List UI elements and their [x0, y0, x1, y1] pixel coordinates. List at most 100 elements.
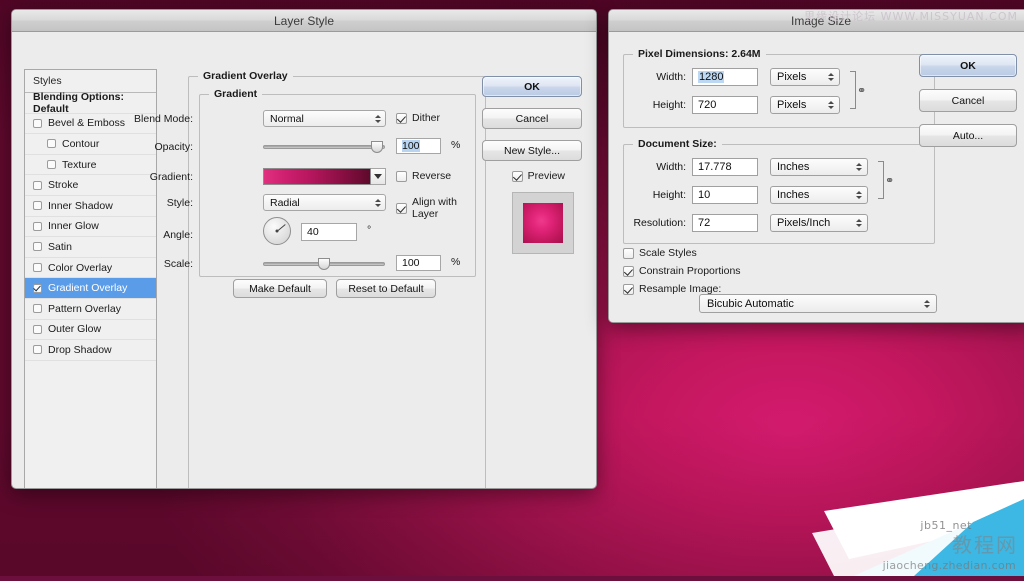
stepper-arrows-icon	[924, 299, 930, 308]
document-link-bracket: ⚭	[878, 161, 894, 199]
scale-value: 100	[402, 257, 420, 269]
sidebar-item-label: Inner Shadow	[48, 199, 113, 212]
stepper-arrows-icon	[375, 114, 381, 123]
checkbox-icon[interactable]	[47, 160, 56, 170]
checkbox-icon	[396, 202, 407, 214]
image-size-title: Image Size	[790, 13, 852, 28]
opacity-input[interactable]: 100	[396, 138, 441, 154]
scale-styles-checkbox[interactable]: Scale Styles	[623, 247, 697, 259]
sidebar-item-blending-options[interactable]: Blending Options: Default	[25, 90, 156, 115]
pixel-dimensions-label: Pixel Dimensions: 2.64M	[633, 48, 766, 60]
chevron-down-icon	[374, 174, 382, 179]
checkbox-icon[interactable]	[33, 304, 42, 314]
sidebar-item-drop-shadow[interactable]: Drop Shadow	[25, 340, 156, 361]
checkbox-icon[interactable]	[33, 324, 42, 334]
checkbox-icon[interactable]	[33, 221, 42, 231]
resolution-input[interactable]: 72	[692, 214, 758, 232]
dither-label: Dither	[412, 112, 441, 124]
scale-input[interactable]: 100	[396, 255, 441, 271]
pixel-width-input[interactable]: 1280	[692, 68, 758, 86]
gradient-style-select[interactable]: Radial	[263, 194, 386, 211]
pixel-height-unit-select[interactable]: Pixels	[770, 96, 840, 114]
opacity-label: Opacity:	[154, 141, 193, 153]
pixel-width-unit-select[interactable]: Pixels	[770, 68, 840, 86]
ok-button[interactable]: OK	[482, 76, 582, 97]
checkbox-icon[interactable]	[33, 283, 42, 293]
cancel-button[interactable]: Cancel	[482, 108, 582, 129]
blending-options-label: Blending Options: Default	[33, 90, 124, 115]
pixel-height-value: 720	[698, 99, 717, 111]
auto-button[interactable]: Auto...	[919, 124, 1017, 147]
angle-hub-icon	[275, 229, 279, 233]
stepper-arrows-icon	[856, 219, 862, 227]
scale-slider[interactable]	[263, 257, 385, 271]
opacity-slider-thumb[interactable]	[371, 141, 383, 153]
preview-swatch	[523, 203, 563, 243]
checkbox-icon[interactable]	[33, 345, 42, 355]
cancel-button[interactable]: Cancel	[919, 89, 1017, 112]
sidebar-item-gradient-overlay[interactable]: Gradient Overlay	[25, 278, 156, 299]
resample-method-select[interactable]: Bicubic Automatic	[699, 294, 937, 313]
checkbox-icon[interactable]	[47, 139, 56, 149]
layer-style-body: Styles Blending Options: Default Bevel &…	[12, 32, 596, 488]
sidebar-item-outer-glow[interactable]: Outer Glow	[25, 320, 156, 341]
sidebar-item-label: Contour	[62, 137, 100, 150]
styles-panel-header[interactable]: Styles	[25, 70, 156, 93]
layer-style-title: Layer Style	[273, 13, 335, 28]
pixel-height-unit: Pixels	[777, 99, 807, 111]
preview-checkbox[interactable]: Preview	[511, 170, 565, 182]
preview-label: Preview	[527, 170, 565, 182]
sidebar-item-label: Stroke	[48, 179, 79, 192]
ok-button[interactable]: OK	[919, 54, 1017, 77]
checkbox-icon[interactable]	[33, 201, 42, 211]
new-style-button[interactable]: New Style...	[482, 140, 582, 161]
angle-input[interactable]: 40	[301, 223, 357, 241]
resample-method-value: Bicubic Automatic	[707, 297, 794, 310]
make-default-button[interactable]: Make Default	[233, 279, 327, 298]
gradient-picker[interactable]	[263, 168, 386, 185]
checkbox-icon[interactable]	[33, 242, 42, 252]
doc-width-unit-select[interactable]: Inches	[770, 158, 868, 176]
doc-height-unit: Inches	[777, 189, 810, 201]
layer-style-titlebar[interactable]: Layer Style	[12, 10, 596, 32]
resolution-label: Resolution:	[633, 217, 686, 229]
gradient-dropdown-button[interactable]	[371, 168, 386, 185]
checkbox-icon[interactable]	[33, 263, 42, 273]
reverse-checkbox[interactable]: Reverse	[396, 170, 451, 182]
reset-to-default-button[interactable]: Reset to Default	[336, 279, 436, 298]
opacity-slider[interactable]	[263, 140, 385, 154]
checkbox-icon[interactable]	[33, 118, 42, 128]
stepper-arrows-icon	[856, 163, 862, 171]
gradient-overlay-group-title: Gradient Overlay	[198, 70, 293, 82]
stepper-arrows-icon	[828, 73, 834, 81]
doc-height-input[interactable]: 10	[692, 186, 758, 204]
resolution-unit-select[interactable]: Pixels/Inch	[770, 214, 868, 232]
opacity-slider-track	[263, 145, 385, 149]
angle-unit: °	[367, 224, 372, 236]
angle-dial[interactable]	[263, 217, 291, 245]
doc-width-input[interactable]: 17.778	[692, 158, 758, 176]
pixel-width-label: Width:	[656, 71, 686, 83]
doc-width-unit: Inches	[777, 161, 810, 173]
scale-label: Scale:	[163, 258, 193, 270]
dither-checkbox[interactable]: Dither	[396, 112, 440, 124]
pixel-height-input[interactable]: 720	[692, 96, 758, 114]
constrain-proportions-label: Constrain Proportions	[639, 265, 741, 277]
align-with-layer-checkbox[interactable]: Align with Layer	[396, 196, 475, 220]
align-with-layer-label: Align with Layer	[412, 196, 457, 220]
image-size-dialog: Image Size Pixel Dimensions: 2.64M Width…	[608, 9, 1024, 323]
stepper-arrows-icon	[375, 198, 381, 207]
constrain-proportions-checkbox[interactable]: Constrain Proportions	[623, 265, 741, 277]
gradient-subgroup-title: Gradient	[209, 88, 263, 100]
sidebar-item-pattern-overlay[interactable]: Pattern Overlay	[25, 299, 156, 320]
gradient-swatch[interactable]	[263, 168, 371, 185]
checkbox-icon[interactable]	[33, 180, 42, 190]
blend-mode-select[interactable]: Normal	[263, 110, 386, 127]
preview-thumbnail	[512, 192, 574, 254]
scale-slider-thumb[interactable]	[318, 258, 330, 270]
checkbox-icon	[396, 170, 407, 182]
sidebar-item-label: Inner Glow	[48, 220, 99, 233]
angle-value: 40	[307, 226, 319, 238]
doc-height-unit-select[interactable]: Inches	[770, 186, 868, 204]
image-size-titlebar[interactable]: Image Size	[609, 10, 1024, 32]
